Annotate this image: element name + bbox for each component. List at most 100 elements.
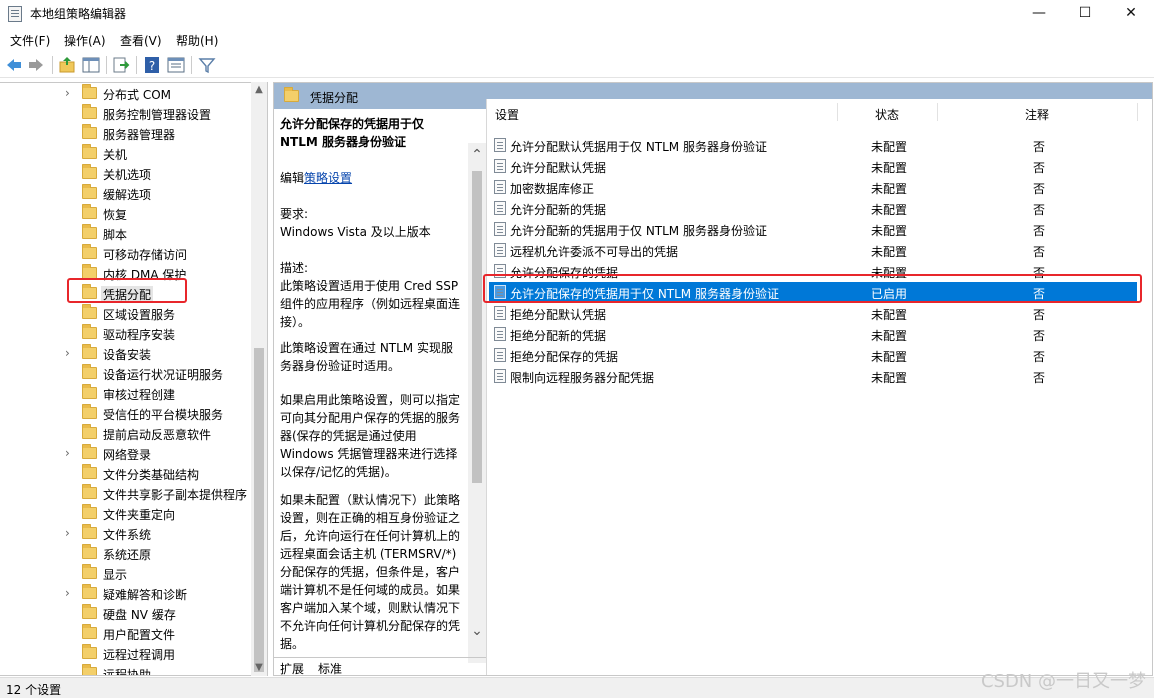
tree-item[interactable]: › 网络登录 <box>0 443 250 463</box>
folder-icon <box>82 204 97 219</box>
tree-item[interactable]: 服务控制管理器设置 <box>0 103 250 123</box>
tree-item[interactable]: 显示 <box>0 563 250 583</box>
column-note[interactable]: 注释 <box>1025 106 1049 123</box>
console-tree[interactable]: › 分布式 COM 服务控制管理器设置 服务器管理器 关机关机选项 缓解选项恢复 脚本 可移动… <box>0 82 268 676</box>
tree-item[interactable]: 远程协助 <box>0 663 250 675</box>
tree-item-label: 恢复 <box>103 208 128 222</box>
expand-chevron-icon[interactable]: › <box>65 586 75 600</box>
tree-item[interactable]: 系统还原 <box>0 543 250 563</box>
minimize-icon[interactable]: — <box>1016 0 1062 28</box>
app-icon <box>8 6 22 22</box>
expand-chevron-icon[interactable]: › <box>65 346 75 360</box>
close-icon[interactable]: ✕ <box>1108 0 1154 28</box>
properties-icon[interactable] <box>167 56 185 74</box>
tree-item-label: 关机选项 <box>103 168 152 182</box>
watermark: CSDN @一日又一梦 <box>980 671 1146 692</box>
tree-item[interactable]: 审核过程创建 <box>0 383 250 403</box>
tree-item[interactable]: › 文件系统 <box>0 523 250 543</box>
setting-row[interactable]: 允许分配新的凭据 未配置 否 <box>489 198 1137 219</box>
tree-item[interactable]: › 疑难解答和诊断 <box>0 583 250 603</box>
setting-row[interactable]: 拒绝分配保存的凭据 未配置 否 <box>489 345 1137 366</box>
menu-view[interactable]: 查看(V) <box>120 32 162 49</box>
folder-icon <box>82 364 97 379</box>
tree-item[interactable]: 文件共享影子副本提供程序 <box>0 483 250 503</box>
tree-item[interactable]: 恢复 <box>0 203 250 223</box>
maximize-icon[interactable]: ☐ <box>1062 0 1108 28</box>
description-p4: 如果未配置（默认情况下）此策略设置，则在正确的相互身份验证之后，允许向运行在任何… <box>280 493 461 651</box>
tree-item[interactable]: 关机 <box>0 143 250 163</box>
tree-item-label: 服务控制管理器设置 <box>103 108 212 122</box>
scroll-up-icon[interactable]: ⌃ <box>469 147 485 163</box>
folder-icon <box>284 87 299 102</box>
expand-chevron-icon[interactable]: › <box>65 446 75 460</box>
folder-icon <box>82 424 97 439</box>
tree-item-label: 系统还原 <box>103 548 152 562</box>
toolbar-separator <box>52 56 53 74</box>
scroll-down-icon[interactable]: ⌄ <box>469 623 485 639</box>
tree-item-label: 用户配置文件 <box>103 628 176 642</box>
tree-item[interactable]: 远程过程调用 <box>0 643 250 663</box>
header-folder-name: 凭据分配 <box>310 91 359 105</box>
show-hide-tree-icon[interactable] <box>82 56 100 74</box>
filter-icon[interactable] <box>198 56 216 74</box>
tree-item[interactable]: 区域设置服务 <box>0 303 250 323</box>
setting-row[interactable]: 限制向远程服务器分配凭据 未配置 否 <box>489 366 1137 387</box>
setting-row[interactable]: 允许分配默认凭据用于仅 NTLM 服务器身份验证 未配置 否 <box>489 135 1137 156</box>
tree-item[interactable]: 关机选项 <box>0 163 250 183</box>
tree-item[interactable]: 硬盘 NV 缓存 <box>0 603 250 623</box>
setting-row[interactable]: 拒绝分配新的凭据 未配置 否 <box>489 324 1137 345</box>
tab-standard[interactable]: 标准 <box>318 660 342 675</box>
scroll-down-icon[interactable]: ▼ <box>251 660 267 676</box>
tree-scrollbar[interactable]: ▲ ▼ <box>251 82 267 676</box>
description-scroll-thumb[interactable] <box>472 171 482 483</box>
setting-name: 远程机允许委派不可导出的凭据 <box>510 245 679 259</box>
folder-icon <box>82 104 97 119</box>
tree-item[interactable]: 可移动存储访问 <box>0 243 250 263</box>
tree-item-label: 区域设置服务 <box>103 308 176 322</box>
back-arrow-icon[interactable] <box>5 56 23 74</box>
requirement-value: Windows Vista 及以上版本 <box>280 225 431 239</box>
setting-row[interactable]: 加密数据库修正 未配置 否 <box>489 177 1137 198</box>
column-separator <box>1137 103 1138 121</box>
forward-arrow-icon[interactable] <box>27 56 45 74</box>
tree-item[interactable]: 文件夹重定向 <box>0 503 250 523</box>
description-scrollbar[interactable]: ⌃ ⌄ <box>468 143 486 663</box>
up-folder-icon[interactable] <box>58 56 76 74</box>
column-state[interactable]: 状态 <box>875 106 899 123</box>
scroll-up-icon[interactable]: ▲ <box>251 82 267 98</box>
tree-item[interactable]: › 分布式 COM <box>0 83 250 103</box>
tree-item[interactable]: 服务器管理器 <box>0 123 250 143</box>
menu-file[interactable]: 文件(F) <box>10 32 50 49</box>
setting-row[interactable]: 拒绝分配默认凭据 未配置 否 <box>489 303 1137 324</box>
edit-policy-link[interactable]: 策略设置 <box>304 171 352 185</box>
tree-item[interactable]: › 设备安装 <box>0 343 250 363</box>
column-setting[interactable]: 设置 <box>495 106 519 123</box>
folder-icon <box>82 584 97 599</box>
tree-item[interactable]: 用户配置文件 <box>0 623 250 643</box>
toolbar-separator <box>136 56 137 74</box>
tree-item[interactable]: 受信任的平台模块服务 <box>0 403 250 423</box>
tree-item-label: 提前启动反恶意软件 <box>103 428 212 442</box>
export-list-icon[interactable] <box>112 56 130 74</box>
tree-scroll-thumb[interactable] <box>254 348 264 672</box>
tree-item[interactable]: 文件分类基础结构 <box>0 463 250 483</box>
folder-icon <box>82 304 97 319</box>
tree-item-label: 疑难解答和诊断 <box>103 588 188 602</box>
setting-state: 未配置 <box>871 140 908 154</box>
policy-setting-icon <box>494 138 506 152</box>
tree-item[interactable]: 脚本 <box>0 223 250 243</box>
tree-item[interactable]: 提前启动反恶意软件 <box>0 423 250 443</box>
tree-item[interactable]: 缓解选项 <box>0 183 250 203</box>
setting-row[interactable]: 允许分配默认凭据 未配置 否 <box>489 156 1137 177</box>
menu-action[interactable]: 操作(A) <box>64 32 106 49</box>
setting-row[interactable]: 允许分配新的凭据用于仅 NTLM 服务器身份验证 未配置 否 <box>489 219 1137 240</box>
tree-item-label: 审核过程创建 <box>103 388 176 402</box>
expand-chevron-icon[interactable]: › <box>65 86 75 100</box>
help-icon[interactable]: ? <box>143 56 161 74</box>
expand-chevron-icon[interactable]: › <box>65 526 75 540</box>
setting-row[interactable]: 远程机允许委派不可导出的凭据 未配置 否 <box>489 240 1137 261</box>
tree-item[interactable]: 驱动程序安装 <box>0 323 250 343</box>
tab-extended[interactable]: 扩展 <box>280 660 304 675</box>
menu-help[interactable]: 帮助(H) <box>176 32 218 49</box>
tree-item[interactable]: 设备运行状况证明服务 <box>0 363 250 383</box>
